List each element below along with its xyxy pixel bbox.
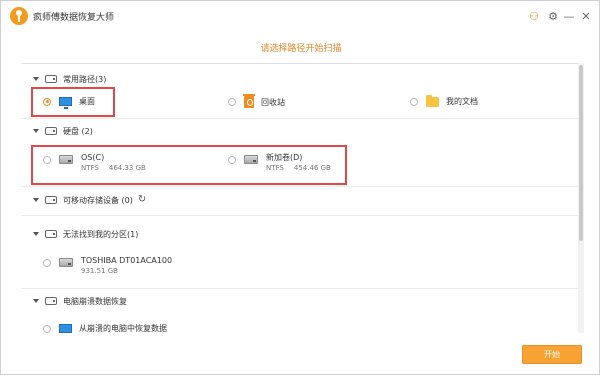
path-label: 从崩溃的电脑中恢复数据 [79, 324, 167, 333]
divider [21, 186, 581, 187]
collapse-caret-icon[interactable] [33, 232, 39, 236]
drive-size: 931.51 GB [81, 267, 118, 275]
section-title: 硬盘 (2) [63, 126, 93, 136]
radio-button[interactable] [43, 259, 51, 267]
divider [21, 288, 581, 289]
section-title: 可移动存储设备 (0) [63, 195, 133, 205]
drive-icon [45, 127, 57, 135]
drive-icon [45, 75, 57, 83]
radio-button[interactable] [228, 98, 236, 106]
scrollbar-thumb[interactable] [579, 65, 583, 241]
radio-button[interactable] [410, 97, 418, 106]
collapse-caret-icon[interactable] [33, 129, 39, 133]
user-icon[interactable]: ⚇ [527, 9, 541, 23]
highlight-box-disks [31, 145, 347, 185]
divider [21, 215, 581, 216]
app-title: 疯师傅数据恢复大师 [33, 13, 115, 23]
app-window: 疯师傅数据恢复大师 ⚇ ⚙ — ✕ 请选择路径开始扫描 常用路径(3) 桌面 回… [0, 0, 600, 375]
drive-info: TOSHIBA DT01ACA100 931.51 GB [81, 255, 172, 277]
section-lost-partitions[interactable]: 无法找到我的分区(1) [33, 227, 138, 241]
settings-icon[interactable]: ⚙ [546, 9, 560, 23]
path-label: 回收站 [261, 97, 285, 107]
divider [21, 118, 581, 119]
recycle-bin-icon [243, 94, 255, 108]
radio-button[interactable] [43, 324, 51, 333]
drive-icon [45, 297, 57, 305]
collapse-caret-icon[interactable] [33, 198, 39, 202]
drive-name: TOSHIBA DT01ACA100 [81, 256, 173, 265]
title-bar: 疯师傅数据恢复大师 ⚇ ⚙ — ✕ [1, 1, 599, 31]
section-disks[interactable]: 硬盘 (2) [33, 124, 93, 138]
collapse-caret-icon[interactable] [33, 299, 39, 303]
minimize-icon[interactable]: — [562, 9, 576, 23]
section-title: 无法找到我的分区(1) [63, 229, 139, 239]
hard-drive-icon [59, 258, 73, 267]
drive-icon [45, 196, 57, 204]
refresh-icon[interactable]: ↻ [138, 195, 146, 205]
close-icon[interactable]: ✕ [579, 9, 593, 23]
highlight-box-desktop [31, 87, 115, 117]
monitor-icon [59, 324, 72, 333]
section-common-paths[interactable]: 常用路径(3) [33, 72, 106, 86]
path-item-crashed-pc[interactable]: 从崩溃的电脑中恢复数据 [43, 323, 167, 333]
folder-icon [426, 94, 439, 107]
page-subtitle: 请选择路径开始扫描 [260, 44, 342, 54]
section-removable-storage[interactable]: 可移动存储设备 (0) ↻ [33, 193, 146, 207]
collapse-caret-icon[interactable] [33, 77, 39, 81]
section-crash-recovery[interactable]: 电脑崩溃数据恢复 [33, 294, 127, 308]
app-logo-icon [10, 7, 28, 25]
section-title: 常用路径(3) [63, 74, 107, 84]
path-item-my-documents[interactable]: 我的文档 [410, 94, 478, 107]
drive-item-toshiba[interactable]: TOSHIBA DT01ACA100 931.51 GB [43, 255, 172, 277]
start-button[interactable]: 开始 [522, 345, 582, 364]
drive-icon [45, 230, 57, 238]
section-title: 电脑崩溃数据恢复 [63, 296, 127, 306]
path-item-recycle-bin[interactable]: 回收站 [228, 94, 285, 108]
path-label: 我的文档 [446, 97, 478, 106]
